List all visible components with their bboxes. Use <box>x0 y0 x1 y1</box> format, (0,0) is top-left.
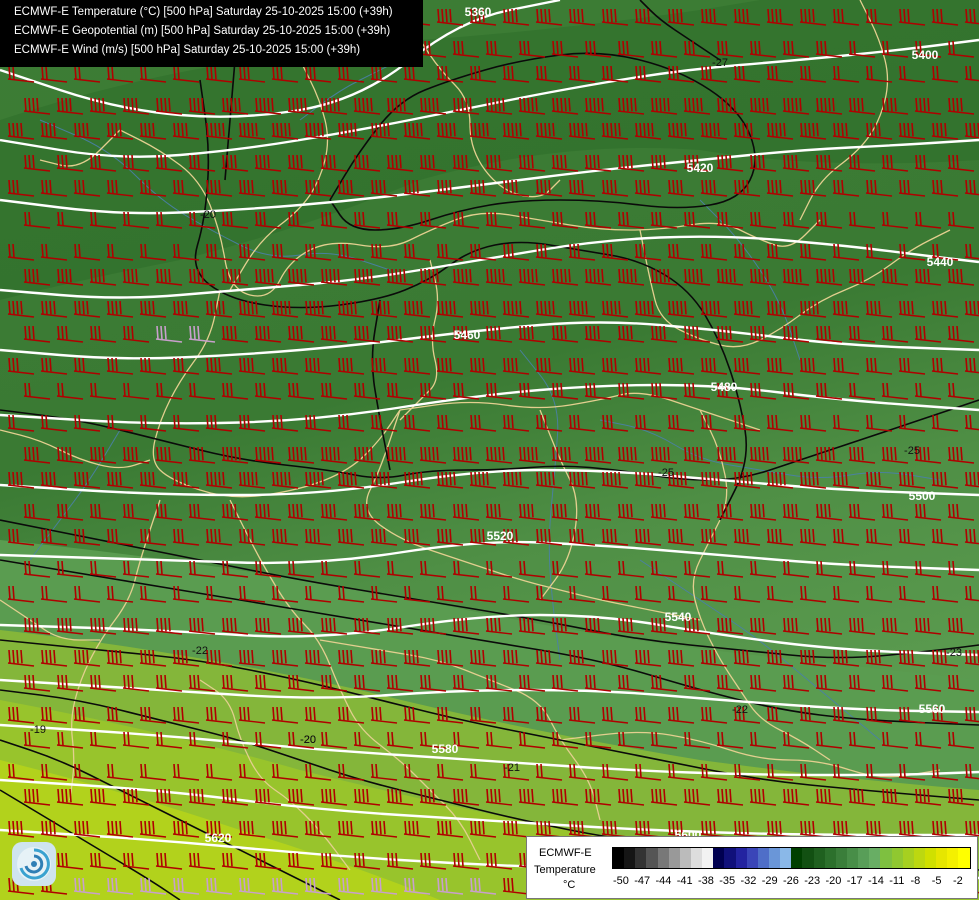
legend-swatch <box>780 848 792 868</box>
map-stage: -27 -22 -20 -20 -25 -25 -23 -22 -19 -20 -21 5360 54… <box>0 0 979 900</box>
legend-swatch <box>846 848 859 868</box>
geopotential-label: 5500 <box>909 489 936 503</box>
legend-swatch <box>724 848 736 868</box>
legend-swatch <box>646 848 658 868</box>
legend-swatch <box>713 848 725 868</box>
geopotential-label: 5420 <box>687 161 714 175</box>
legend-swatch <box>757 848 769 868</box>
legend-tick: -2 <box>953 875 963 887</box>
legend-swatch <box>791 848 803 868</box>
temperature-label: -22 <box>732 704 748 716</box>
legend-tick: -23 <box>804 875 821 887</box>
legend-swatch <box>813 848 825 868</box>
legend-tick: -11 <box>889 875 905 887</box>
legend-tick: -8 <box>910 875 921 887</box>
legend-swatch <box>913 848 925 868</box>
temperature-label: -27 <box>712 57 728 69</box>
legend-swatch <box>958 848 970 868</box>
legend-tick: -17 <box>846 875 863 887</box>
legend-swatch <box>835 848 847 868</box>
legend-swatch <box>746 848 758 868</box>
geopotential-label: 5620 <box>205 831 232 845</box>
legend-tick: -32 <box>740 875 757 887</box>
legend-swatch <box>824 848 836 868</box>
legend-tick: -38 <box>698 875 714 887</box>
temperature-label: -21 <box>504 762 520 774</box>
title-temperature: ECMWF-E Temperature (°C) [500 hPa] Satur… <box>14 6 393 18</box>
legend-unit: °C <box>563 879 576 891</box>
geopotential-label: 5560 <box>919 702 946 716</box>
legend-tick: -47 <box>634 875 651 887</box>
legend-swatch <box>613 848 625 868</box>
legend-model: ECMWF-E <box>539 847 592 859</box>
legend-swatch <box>891 848 903 868</box>
legend-tick: -50 <box>613 875 629 887</box>
temperature-label: -20 <box>300 734 316 746</box>
temperature-legend: ECMWF-E Temperature °C -50 -47 -44 -41 -38 -3… <box>526 836 978 899</box>
legend-swatch <box>869 848 881 868</box>
temperature-label: -22 <box>192 645 208 657</box>
legend-swatch <box>858 848 870 868</box>
legend-swatch <box>635 848 647 868</box>
geopotential-label: 5360 <box>465 5 492 19</box>
legend-swatch <box>657 848 669 868</box>
legend-swatch <box>668 848 680 868</box>
legend-variable: Temperature <box>534 864 596 876</box>
legend-swatch <box>902 848 914 868</box>
title-wind: ECMWF-E Wind (m/s) [500 hPa] Saturday 25… <box>14 44 361 56</box>
legend-tick: -20 <box>825 875 842 887</box>
geopotential-label: 5480 <box>711 380 738 394</box>
temperature-label: -19 <box>30 724 46 736</box>
legend-tick: -41 <box>676 875 693 887</box>
map-title-box: ECMWF-E Temperature (°C) [500 hPa] Satur… <box>0 0 423 67</box>
temperature-label: -23 <box>946 647 962 659</box>
weather-service-logo-icon <box>12 842 56 886</box>
geopotential-label: 5540 <box>665 610 692 624</box>
geopotential-label: 5520 <box>487 529 514 543</box>
legend-tick: -35 <box>719 875 736 887</box>
legend-swatch <box>735 848 747 868</box>
legend-tick: -14 <box>868 875 884 887</box>
legend-swatch <box>690 848 703 868</box>
temperature-label: -25 <box>904 445 920 457</box>
geopotential-label: 5580 <box>432 742 459 756</box>
legend-swatch <box>802 848 814 868</box>
geopotential-label: 5400 <box>912 48 939 62</box>
legend-swatch <box>936 848 948 868</box>
legend-swatch <box>924 848 937 868</box>
legend-color-bar <box>612 847 971 869</box>
legend-swatch <box>768 848 781 868</box>
legend-tick: -5 <box>931 875 942 887</box>
temperature-label: -20 <box>200 209 216 221</box>
legend-tick: -29 <box>761 875 778 887</box>
weather-map[interactable]: -27 -22 -20 -20 -25 -25 -23 -22 -19 -20 -21 5360 54… <box>0 0 979 900</box>
temperature-label: -25 <box>658 467 674 479</box>
geopotential-label: 5440 <box>927 255 954 269</box>
legend-swatch <box>702 848 714 868</box>
legend-swatch <box>624 848 636 868</box>
legend-swatch <box>947 848 959 868</box>
geopotential-label: 5460 <box>454 328 481 342</box>
legend-tick: -44 <box>655 875 672 887</box>
legend-swatch <box>880 848 892 868</box>
legend-tick: -26 <box>783 875 799 887</box>
legend-tick-labels: -50 -47 -44 -41 -38 -35 -32 -29 -26 -23 -20 -17 -14-… <box>609 875 969 889</box>
legend-swatch <box>679 848 691 868</box>
title-geopotential: ECMWF-E Geopotential (m) [500 hPa] Satur… <box>14 25 391 37</box>
